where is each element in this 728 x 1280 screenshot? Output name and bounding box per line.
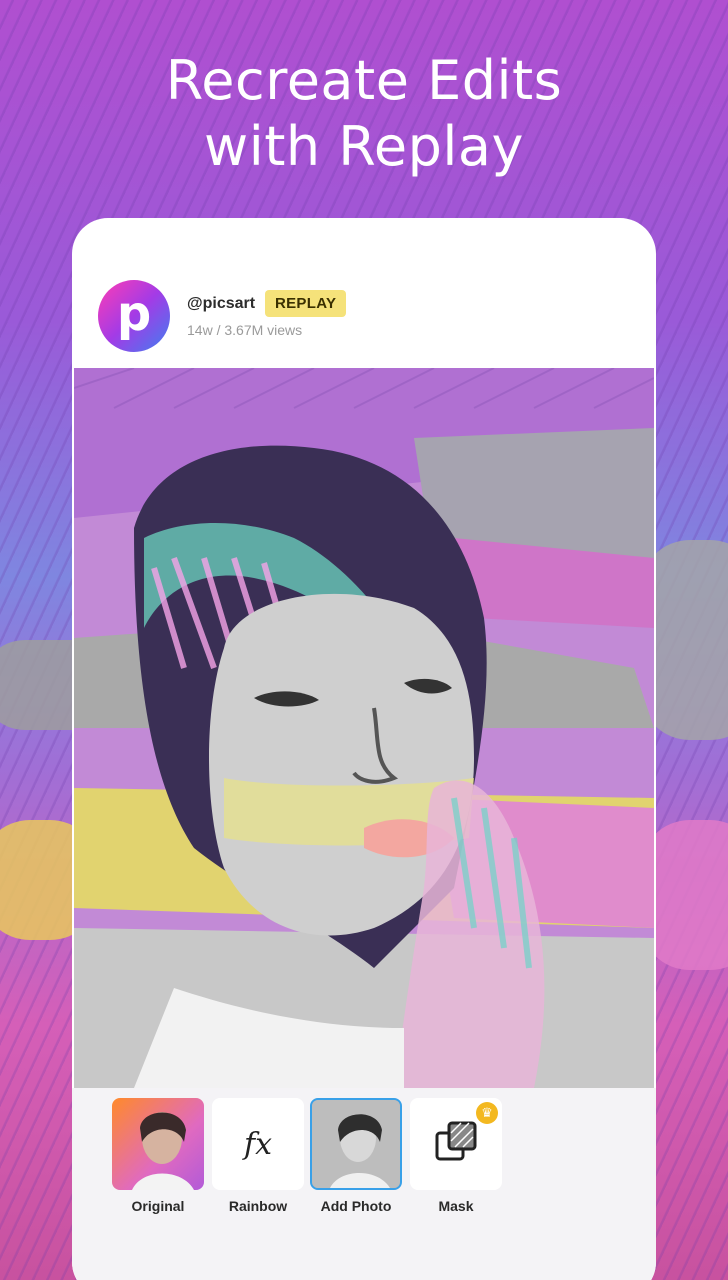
tool-rainbow[interactable]: fx Rainbow <box>212 1098 304 1214</box>
add-photo-image-icon <box>312 1100 400 1188</box>
headline: Recreate Edits with Replay <box>0 48 728 180</box>
mask-thumbnail[interactable]: ♛ <box>410 1098 502 1190</box>
edited-photo <box>74 368 654 1088</box>
mask-icon <box>435 1121 477 1161</box>
replay-steps-toolbar: Original fx Rainbow Add Photo ♛ Mask <box>72 1088 656 1280</box>
tool-original[interactable]: Original <box>112 1098 204 1214</box>
post-username[interactable]: @picsart <box>187 295 255 313</box>
tool-add-photo[interactable]: Add Photo <box>310 1098 402 1214</box>
premium-crown-icon: ♛ <box>476 1102 498 1124</box>
edited-portrait-illustration <box>74 368 654 1088</box>
rainbow-thumbnail[interactable]: fx <box>212 1098 304 1190</box>
post-stats: 14w / 3.67M views <box>187 322 303 338</box>
original-photo-icon <box>132 1112 194 1190</box>
add-photo-thumbnail[interactable] <box>310 1098 402 1190</box>
headline-line-1: Recreate Edits <box>165 49 563 112</box>
headline-line-2: with Replay <box>204 115 524 178</box>
replay-post-card: p @picsart REPLAY 14w / 3.67M views Orig… <box>72 218 656 1280</box>
tool-label-rainbow: Rainbow <box>228 1198 288 1214</box>
original-thumbnail[interactable] <box>112 1098 204 1190</box>
post-header: p @picsart REPLAY 14w / 3.67M views <box>72 218 656 368</box>
replay-badge: REPLAY <box>265 290 347 317</box>
tool-mask[interactable]: ♛ Mask <box>410 1098 502 1214</box>
picsart-logo-icon: p <box>116 286 152 342</box>
fx-icon: fx <box>243 1126 273 1162</box>
picsart-avatar[interactable]: p <box>98 280 170 352</box>
tool-label-add-photo: Add Photo <box>320 1198 392 1214</box>
tool-label-mask: Mask <box>438 1198 474 1214</box>
tool-label-original: Original <box>131 1198 185 1214</box>
